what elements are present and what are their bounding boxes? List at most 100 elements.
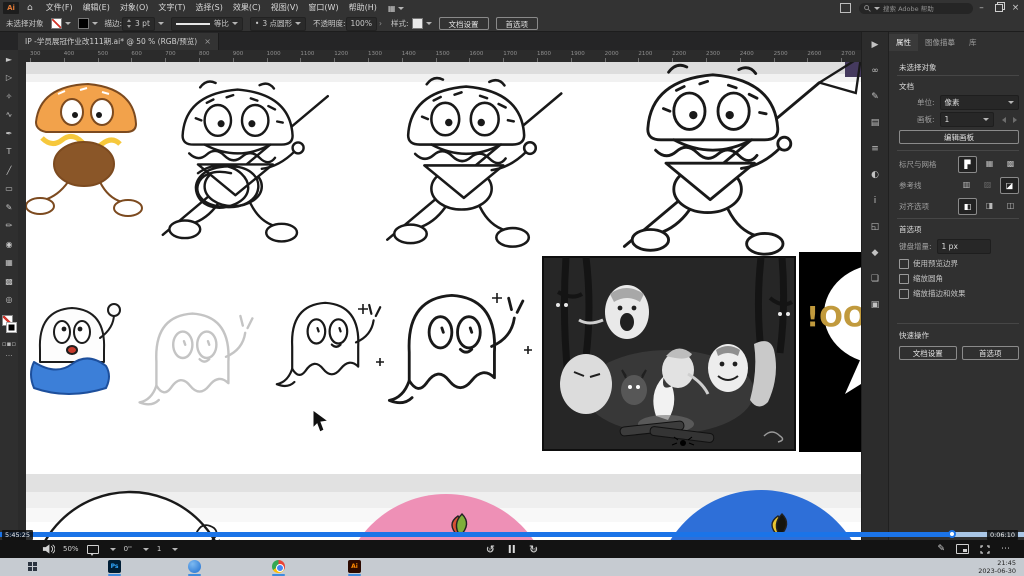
panel-preferences-button[interactable]: 首选项	[962, 346, 1020, 360]
tab-close-icon[interactable]: ×	[204, 37, 211, 46]
home-icon[interactable]: ⌂	[27, 3, 33, 13]
menu-item-2[interactable]: 编辑(E)	[78, 0, 115, 16]
stroke-color-icon[interactable]	[6, 322, 17, 333]
prev-artboard-icon[interactable]	[1002, 117, 1006, 123]
taskbar-illustrator-icon[interactable]: Ai	[348, 560, 361, 573]
menu-item-4[interactable]: 文字(T)	[153, 0, 190, 16]
checkbox-icon[interactable]	[899, 274, 909, 284]
ghost-character-sketch[interactable]	[140, 314, 253, 405]
next-artboard-icon[interactable]	[1013, 117, 1017, 123]
pip-icon[interactable]	[956, 544, 969, 554]
line-segment-tool[interactable]: ╱	[0, 161, 18, 180]
selection-tool[interactable]: ►	[0, 50, 18, 69]
opacity-more-icon[interactable]: ›	[379, 19, 382, 28]
lock-guides-icon[interactable]: ▨	[979, 177, 996, 192]
panel-document-setup-button[interactable]: 文档设置	[899, 346, 957, 360]
snap-grid-icon[interactable]: ◨	[981, 198, 998, 213]
panel-tab-2[interactable]: 图像描摹	[918, 34, 962, 51]
burger-character-lineart-2[interactable]	[387, 78, 561, 247]
pixel-grid-toggle-icon[interactable]: ▩	[1002, 156, 1019, 171]
fullscreen-icon[interactable]	[980, 545, 990, 554]
taskbar-chrome-icon[interactable]	[272, 560, 285, 573]
annotate-pencil-icon[interactable]: ✎	[937, 544, 945, 554]
brush-dropdown[interactable]: • 3 点圆形	[250, 17, 306, 31]
menu-item-8[interactable]: 窗口(W)	[303, 0, 343, 16]
ghost-character-lineart-1[interactable]	[277, 303, 380, 386]
color-icon[interactable]: ◐	[862, 162, 888, 188]
style-swatch[interactable]	[412, 18, 423, 29]
menu-item-6[interactable]: 效果(C)	[228, 0, 266, 16]
menu-item-5[interactable]: 选择(S)	[191, 0, 228, 16]
more-tools-icon[interactable]: …	[0, 349, 18, 359]
pen-tool[interactable]: ✒	[0, 124, 18, 143]
layers-icon[interactable]: ❏	[862, 266, 888, 292]
panel-tab-3[interactable]: 库	[962, 34, 984, 51]
volume-icon[interactable]	[42, 544, 55, 554]
snap-pixel-icon[interactable]: ◫	[1002, 198, 1019, 213]
search-input[interactable]: 搜索 Adobe 帮助	[859, 3, 973, 14]
ghost-character-lineart-2[interactable]	[389, 295, 522, 402]
burger-character-lineart-3[interactable]	[624, 62, 861, 254]
type-tool[interactable]: T	[0, 143, 18, 162]
taskbar-photoshop-icon[interactable]: Ps	[108, 560, 121, 573]
keyboard-increment-field[interactable]: 1 px	[937, 239, 991, 254]
asset-export-icon[interactable]: ▣	[862, 292, 888, 318]
chevron-down-icon[interactable]	[110, 548, 116, 551]
boo-artwork[interactable]: BOO!	[799, 252, 861, 452]
magic-wand-tool[interactable]: ✧	[0, 87, 18, 106]
pause-button[interactable]	[509, 545, 515, 553]
rectangle-tool[interactable]: ▭	[0, 180, 18, 199]
stroke-panel-icon[interactable]: ≡	[862, 136, 888, 162]
minimize-button[interactable]: –	[973, 0, 990, 16]
menu-item-9[interactable]: 帮助(H)	[344, 0, 382, 16]
chevron-down-icon[interactable]	[143, 548, 149, 551]
taskbar-clock[interactable]: 21:45 2023-06-30	[978, 559, 1016, 575]
danmaku-icon[interactable]	[87, 545, 99, 554]
info-icon[interactable]: i	[862, 188, 888, 214]
layout-icon[interactable]	[840, 3, 851, 13]
smart-guides-icon[interactable]: ◪	[1000, 177, 1019, 194]
menu-item-3[interactable]: 对象(O)	[115, 0, 154, 16]
fill-stroke-control[interactable]	[0, 313, 18, 339]
pencil-tool[interactable]: ✏	[0, 217, 18, 236]
replay-10-button[interactable]: ↺10	[486, 544, 495, 555]
fill-swatch-none[interactable]	[51, 18, 62, 29]
ghost-character-colored[interactable]	[31, 304, 120, 394]
grid-toggle-icon[interactable]: ▦	[981, 156, 998, 171]
zoom-tool[interactable]: ◎	[0, 291, 18, 310]
artboard-icon[interactable]: ▤	[862, 110, 888, 136]
canvas-artwork[interactable]: BOO!	[26, 62, 861, 540]
start-button[interactable]	[28, 562, 38, 572]
swatches-icon[interactable]: ◱	[862, 214, 888, 240]
drawing-modes-icon[interactable]: ▫▪▫	[0, 339, 18, 349]
arrange-documents-icon[interactable]: ▦	[388, 4, 405, 13]
stroke-swatch[interactable]	[78, 18, 89, 29]
taskbar-blue-app-icon[interactable]	[188, 560, 201, 573]
document-tab[interactable]: IP -学员展冠作业改111期.ai* @ 50 % (RGB/预览) ×	[18, 33, 219, 50]
stepper-icon[interactable]	[127, 19, 132, 28]
rotation-value[interactable]: 0''	[124, 545, 132, 553]
canvas[interactable]: BOO!	[26, 62, 861, 540]
app-logo-icon[interactable]: Ai	[3, 2, 19, 14]
playback-rate-value[interactable]: 1	[157, 545, 161, 553]
forward-30-button[interactable]: ↻30	[529, 544, 538, 555]
artboard-dropdown[interactable]: 1	[940, 112, 994, 127]
mesh-tool[interactable]: ▦	[0, 254, 18, 273]
edit-artboard-button[interactable]: 编辑画板	[899, 130, 1019, 144]
progress-handle[interactable]	[948, 530, 956, 538]
paintbrush-tool[interactable]: ✎	[0, 198, 18, 217]
close-button[interactable]: ×	[1007, 0, 1024, 16]
link-icon[interactable]: ∞	[862, 58, 888, 84]
symbols-icon[interactable]: ◆	[862, 240, 888, 266]
campfire-reference-image[interactable]	[543, 257, 795, 450]
chevron-down-icon[interactable]	[172, 548, 178, 551]
ruler-toggle-icon[interactable]: ▛	[958, 156, 977, 173]
gradient-tool[interactable]: ▩	[0, 272, 18, 291]
direct-selection-tool[interactable]: ▷	[0, 69, 18, 88]
document-setup-button[interactable]: 文档设置	[439, 17, 489, 30]
stroke-width-field[interactable]: 3 pt	[122, 17, 155, 31]
video-progress-bar[interactable]	[0, 532, 1024, 537]
burger-character-sketch[interactable]	[163, 82, 328, 242]
checkbox-icon[interactable]	[899, 289, 909, 299]
media-icon[interactable]: ▶	[862, 32, 888, 58]
